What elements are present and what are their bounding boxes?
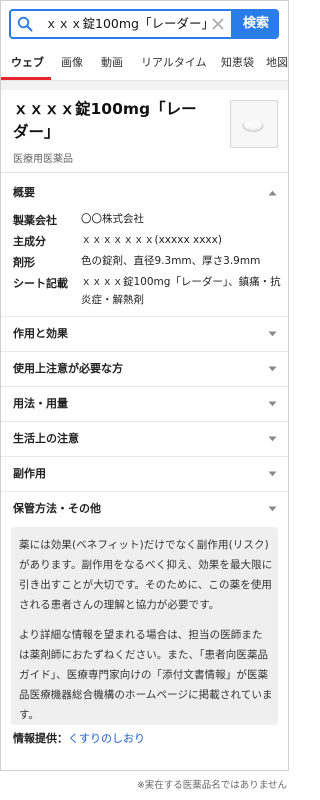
- info-paragraph-2: より詳細な情報を望まれる場合は、担当の医師または薬剤師におたずねください。また、…: [19, 629, 273, 721]
- chevron-up-icon[interactable]: [268, 190, 277, 196]
- section-storage[interactable]: 保管方法・その他: [1, 491, 288, 526]
- overview-key-sheet: シート記載: [13, 277, 68, 290]
- section-label: 用法・用量: [13, 397, 68, 410]
- tab-chiebukuro[interactable]: 知恵袋: [221, 48, 254, 80]
- source-link[interactable]: くすりのしおり: [68, 732, 145, 745]
- source-line: 情報提供：くすりのしおり: [13, 730, 145, 746]
- search-icon: [17, 16, 33, 32]
- active-tab-indicator: [1, 77, 51, 80]
- tab-videos[interactable]: 動画: [101, 48, 123, 80]
- overview-key-form: 剤形: [13, 256, 35, 269]
- search-header: ｘｘｘ錠100mg「レーダー」 検索: [1, 1, 288, 48]
- info-paragraph-1: 薬には効果(ベネフィット)だけでなく副作用(リスク)があります。副作用をなるべく…: [19, 539, 273, 611]
- chevron-down-icon: [268, 506, 277, 512]
- tab-realtime[interactable]: リアルタイム: [141, 48, 207, 80]
- medicine-title[interactable]: ｘｘｘｘ錠100mg「レーダー」: [13, 98, 203, 144]
- section-precautions[interactable]: 使用上注意が必要な方: [1, 351, 288, 386]
- overview-value-form: 色の錠剤、直径9.3mm、厚さ3.9mm: [81, 255, 261, 267]
- section-label: 作用と効果: [13, 327, 68, 340]
- chevron-down-icon: [268, 366, 277, 372]
- tab-web[interactable]: ウェブ: [11, 48, 44, 80]
- section-label: 生活上の注意: [13, 432, 79, 445]
- medicine-category: 医療用医薬品: [13, 154, 73, 165]
- section-label: 副作用: [13, 467, 46, 480]
- result-frame: ｘｘｘ錠100mg「レーダー」 検索 ウェブ 画像 動画 リアルタイム 知恵袋 …: [0, 0, 289, 771]
- medicine-card: ｘｘｘｘ錠100mg「レーダー」 医療用医薬品 概要 製薬会社 〇〇株式会社 主…: [1, 90, 288, 770]
- overview-key-ingredient: 主成分: [13, 235, 46, 248]
- chevron-down-icon: [268, 436, 277, 442]
- tab-map[interactable]: 地図: [266, 48, 288, 80]
- divider: [1, 172, 288, 173]
- section-lifestyle[interactable]: 生活上の注意: [1, 421, 288, 456]
- search-input[interactable]: ｘｘｘ錠100mg「レーダー」: [45, 11, 207, 37]
- section-side-effects[interactable]: 副作用: [1, 456, 288, 491]
- section-effects[interactable]: 作用と効果: [1, 316, 288, 351]
- chevron-down-icon: [268, 471, 277, 477]
- overview-value-ingredient: ｘｘｘｘｘｘｘ(xxxxx xxxx): [81, 234, 222, 246]
- overview-header[interactable]: 概要: [13, 176, 35, 210]
- tab-images[interactable]: 画像: [61, 48, 83, 80]
- section-dosage[interactable]: 用法・用量: [1, 386, 288, 421]
- chevron-down-icon: [268, 401, 277, 407]
- search-box[interactable]: ｘｘｘ錠100mg「レーダー」 検索: [9, 9, 279, 39]
- medicine-thumbnail[interactable]: [230, 100, 278, 148]
- section-label: 保管方法・その他: [13, 502, 101, 515]
- source-label: 情報提供：: [13, 732, 68, 745]
- pill-icon: [231, 101, 277, 147]
- overview-value-maker: 〇〇株式会社: [81, 213, 144, 225]
- section-label: 使用上注意が必要な方: [13, 362, 123, 375]
- info-box: 薬には効果(ベネフィット)だけでなく副作用(リスク)があります。副作用をなるべく…: [11, 527, 278, 725]
- clear-icon[interactable]: [211, 17, 225, 31]
- search-tabs: ウェブ 画像 動画 リアルタイム 知恵袋 地図: [1, 48, 288, 81]
- overview-value-sheet: ｘｘｘｘ錠100mg「レーダー」、鎮痛・抗炎症・解熱剤: [81, 276, 281, 306]
- search-button[interactable]: 検索: [231, 11, 277, 37]
- chevron-down-icon: [268, 331, 277, 337]
- footer-note: ※実在する医薬品名ではありません: [136, 780, 287, 791]
- overview-key-maker: 製薬会社: [13, 214, 57, 227]
